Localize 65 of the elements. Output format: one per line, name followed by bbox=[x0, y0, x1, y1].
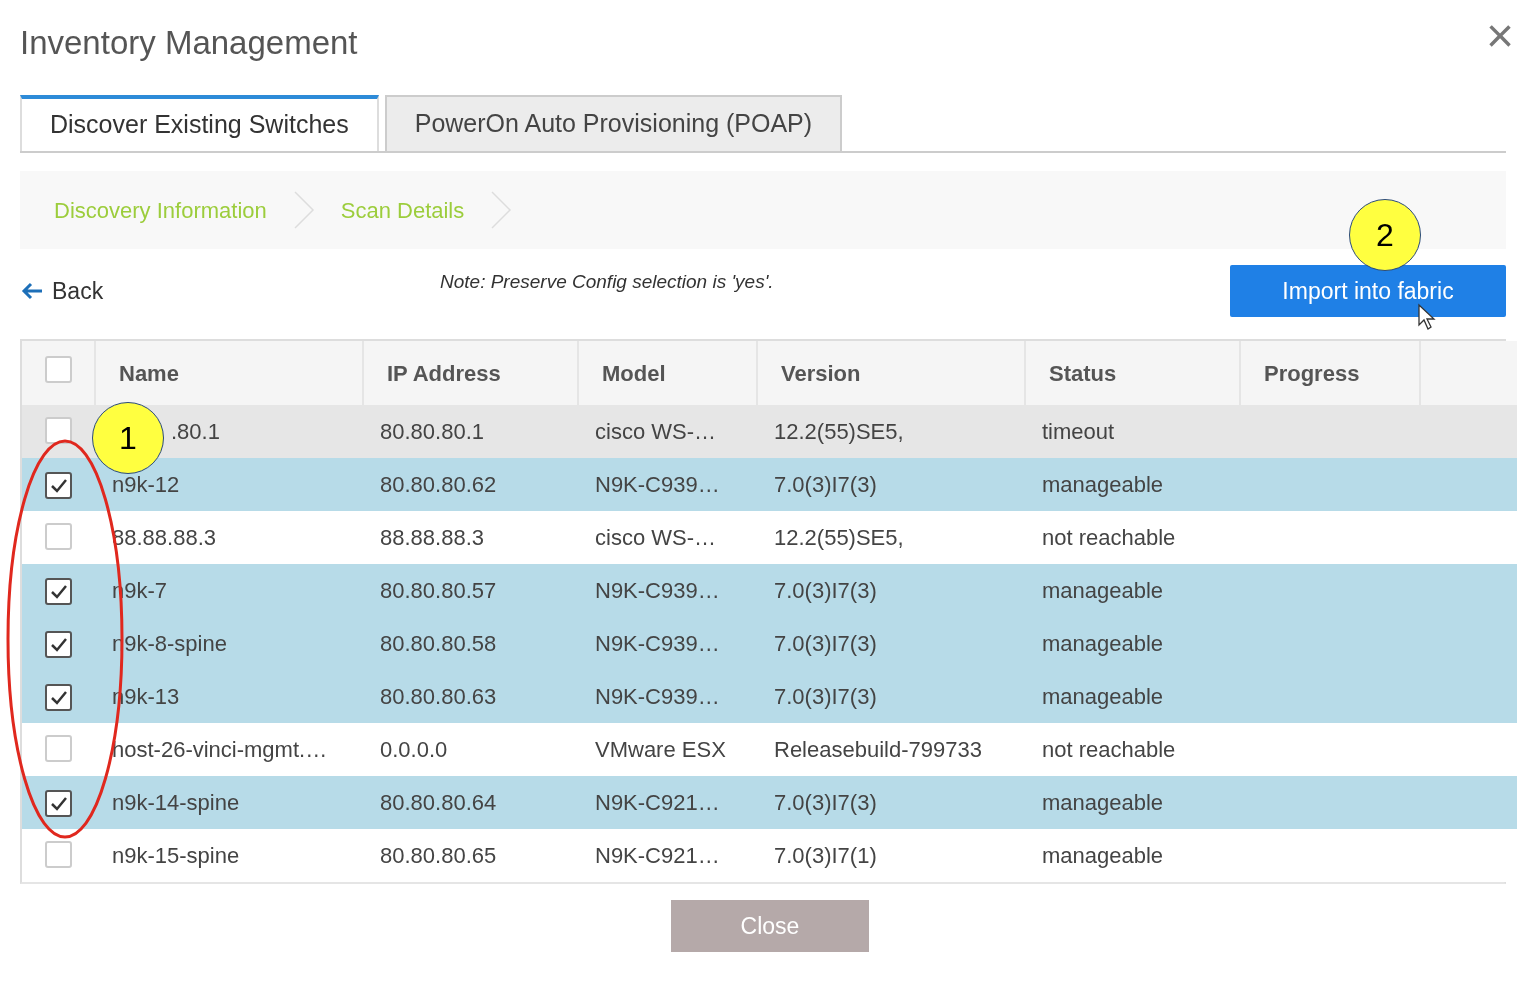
table-cell: 80.80.80.65 bbox=[380, 843, 497, 868]
checkmark-icon bbox=[49, 795, 68, 812]
table-cell: N9K-C939… bbox=[595, 472, 720, 497]
table-cell: 80.80.80.62 bbox=[380, 472, 497, 497]
table-cell: 80.80.80.63 bbox=[380, 684, 497, 709]
row-checkbox[interactable] bbox=[45, 631, 72, 659]
table-cell: manageable bbox=[1042, 472, 1164, 497]
table-cell: 12.2(55)SE5, bbox=[774, 419, 904, 444]
table-cell: N9K-C939… bbox=[595, 684, 720, 709]
tab[interactable]: Discover Existing Switches bbox=[20, 95, 379, 151]
dialog-title: Inventory Management bbox=[20, 23, 358, 63]
table-cell: not reachable bbox=[1042, 525, 1176, 550]
chevron-icon bbox=[490, 190, 513, 230]
back-arrow-icon bbox=[20, 281, 44, 301]
row-checkbox[interactable] bbox=[45, 790, 72, 818]
table-cell: n9k-12 bbox=[112, 472, 180, 497]
table-cell: 12.2(55)SE5, bbox=[774, 525, 904, 550]
row-checkbox[interactable] bbox=[45, 578, 72, 606]
table-cell: N9K-C939… bbox=[595, 578, 720, 603]
table-cell: host-26-vinci-mgmt.… bbox=[112, 737, 328, 762]
tab[interactable]: PowerOn Auto Provisioning (POAP) bbox=[384, 95, 843, 151]
table-cell: 80.80.80.64 bbox=[380, 790, 497, 815]
checkmark-icon bbox=[49, 477, 68, 494]
table-cell: manageable bbox=[1042, 843, 1164, 868]
table-cell: VMware ESX bbox=[595, 737, 726, 762]
table-cell: 7.0(3)I7(3) bbox=[774, 790, 877, 815]
table-cell: manageable bbox=[1042, 631, 1164, 656]
table-cell: 80.80.80.58 bbox=[380, 631, 497, 656]
table-cell: 80.80.80.1 bbox=[380, 419, 484, 444]
chevron-icon bbox=[292, 190, 315, 230]
table-cell: 88.88.88.3 bbox=[380, 525, 484, 550]
table-cell: manageable bbox=[1042, 684, 1164, 709]
table-cell: .80.1 bbox=[171, 419, 220, 444]
table-cell: n9k-15-spine bbox=[112, 843, 240, 868]
checkmark-icon bbox=[49, 583, 68, 600]
table-cell: cisco WS-… bbox=[595, 419, 716, 444]
table-cell: not reachable bbox=[1042, 737, 1176, 762]
row-checkbox[interactable] bbox=[45, 472, 72, 500]
back-link[interactable]: Back bbox=[20, 273, 440, 309]
table-cell: timeout bbox=[1042, 419, 1115, 444]
checkmark-icon bbox=[49, 636, 68, 653]
row-checkbox[interactable] bbox=[45, 684, 72, 712]
table-cell: 80.80.80.57 bbox=[380, 578, 497, 603]
checkmark-icon bbox=[49, 689, 68, 706]
table-row[interactable]: n9k-15-spine 80.80.80.65 N9K-C921… 7.0(3)I7(1) manageable bbox=[22, 829, 1517, 882]
select-all-checkbox[interactable] bbox=[44, 356, 72, 383]
note-text: Note: Preserve Config selection is 'yes'. bbox=[440, 269, 775, 294]
table-cell: manageable bbox=[1042, 578, 1164, 603]
import-button[interactable]: Import into fabric bbox=[1230, 265, 1506, 317]
table-cell: 7.0(3)I7(1) bbox=[774, 843, 877, 868]
table-cell: cisco WS-… bbox=[595, 525, 716, 550]
table-cell: manageable bbox=[1042, 790, 1164, 815]
table-cell: N9K-C921… bbox=[595, 790, 720, 815]
table-cell: Releasebuild-799733 bbox=[774, 737, 982, 762]
table-cell: N9K-C939… bbox=[595, 631, 720, 656]
cursor-icon bbox=[1417, 303, 1437, 331]
table-cell: 7.0(3)I7(3) bbox=[774, 472, 877, 497]
table-cell: 7.0(3)I7(3) bbox=[774, 684, 877, 709]
table-row[interactable]: host-26-vinci-mgmt.… 0.0.0.0 VMware ESX Releasebuild-799733 not reachable bbox=[22, 723, 1517, 776]
table-cell: 0.0.0.0 bbox=[380, 737, 448, 762]
table-cell: 7.0(3)I7(3) bbox=[774, 631, 877, 656]
table-cell: 7.0(3)I7(3) bbox=[774, 578, 877, 603]
table-cell: n9k-14-spine bbox=[112, 790, 240, 815]
table-cell: N9K-C921… bbox=[595, 843, 720, 868]
table-row[interactable]: n9k-12 80.80.80.62 N9K-C939… 7.0(3)I7(3) manageable bbox=[22, 458, 1517, 511]
